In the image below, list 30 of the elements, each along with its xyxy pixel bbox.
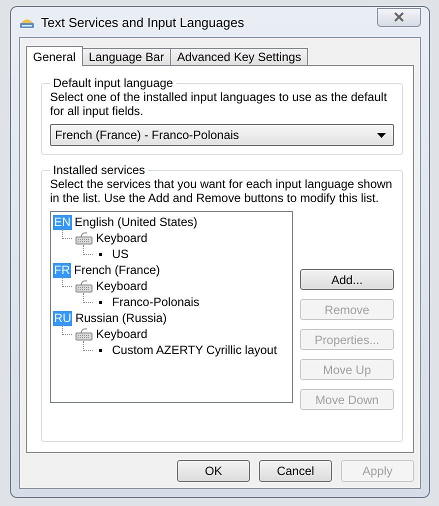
bullet-icon [99, 348, 102, 352]
bullet-icon [99, 252, 102, 256]
dialog-button[interactable]: Cancel [259, 460, 332, 482]
tree-item[interactable]: Custom AZERTY Cyrillic layout [112, 343, 277, 357]
tree-item[interactable]: Russian (Russia) [75, 311, 167, 325]
tree-item[interactable]: Franco-Polonais [112, 295, 200, 309]
language-code-badge: RU [53, 310, 72, 326]
tab[interactable]: Language Bar [82, 48, 172, 65]
language-code-badge: EN [53, 214, 72, 230]
description-text: Select one of the installed input languages to use as the default for all input fields. [50, 90, 388, 118]
tab[interactable]: Advanced Key Settings [170, 48, 308, 65]
window-title: Text Services and Input Languages [41, 14, 246, 30]
tab[interactable]: General [26, 46, 83, 66]
tree-item[interactable]: Keyboard [96, 231, 148, 245]
dropdown-arrow-icon [377, 132, 386, 138]
dialog-button[interactable]: OK [177, 460, 250, 482]
close-button[interactable] [377, 8, 421, 26]
tree-item[interactable]: French (France) [74, 263, 160, 277]
group-title: Default input language [52, 76, 174, 90]
tree-item[interactable]: English (United States) [74, 215, 198, 229]
description-text: Select the services that you want for each input language shown in the list. Use the Add and Remove buttons to modify this list. [50, 177, 394, 205]
language-dropdown[interactable]: French (France) - Franco-Polonais [50, 124, 394, 146]
language-code-badge: FR [53, 262, 71, 278]
tree-item[interactable]: Keyboard [96, 279, 148, 293]
action-button[interactable]: Add... [300, 269, 394, 290]
group-title: Installed services [52, 163, 146, 177]
tree-item[interactable]: US [112, 247, 129, 261]
tree-item[interactable]: Keyboard [96, 327, 148, 341]
bullet-icon [99, 300, 102, 304]
close-icon [393, 12, 405, 22]
